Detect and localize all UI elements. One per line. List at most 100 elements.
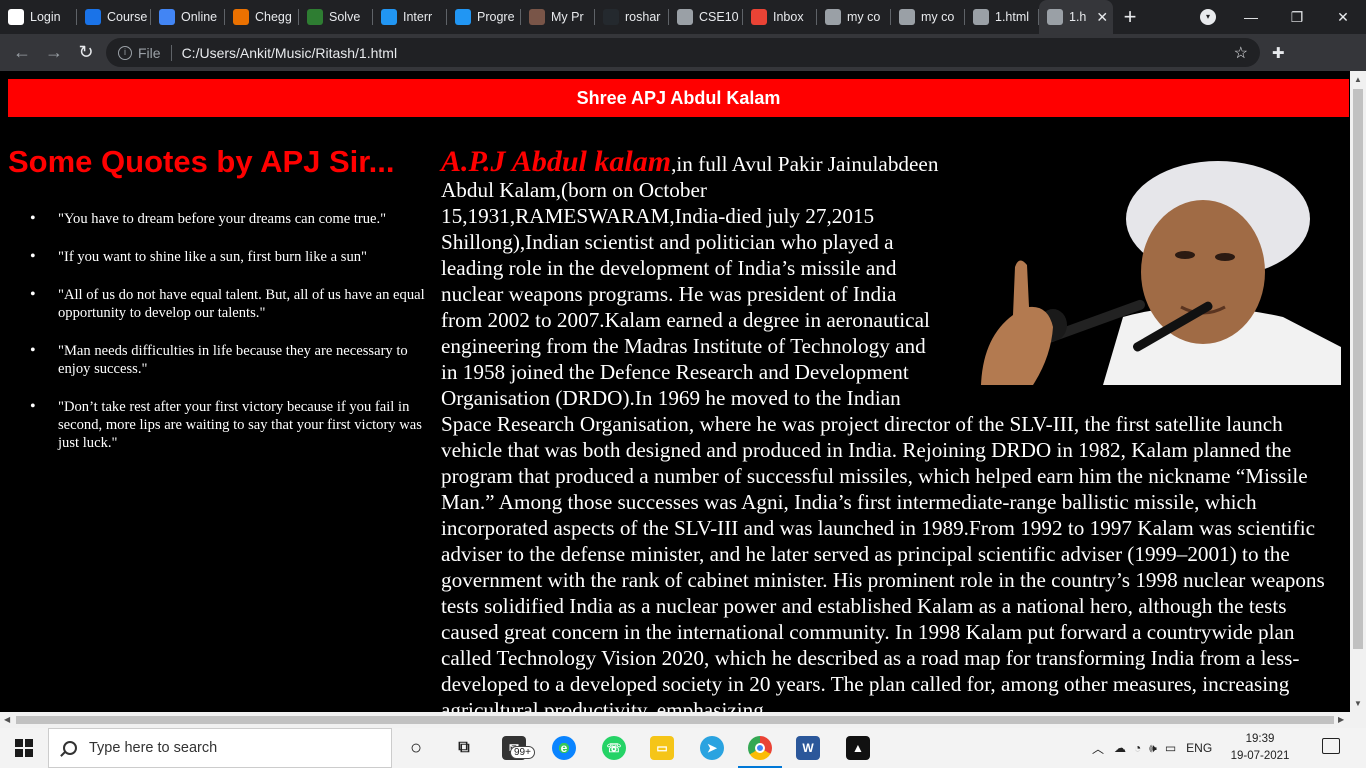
wifi-icon[interactable]: ◔: [1134, 741, 1141, 755]
horizontal-scrollbar[interactable]: ◀ ▶: [0, 712, 1366, 728]
whatsapp-icon[interactable]: ☏: [602, 736, 626, 760]
window-controls: — ❐ ✕: [1228, 0, 1366, 34]
tab-list: Login Course Online Chegg Solve Interr Progre M…: [0, 0, 1113, 34]
page-viewport: Shree APJ Abdul Kalam Some Quotes by APJ…: [0, 71, 1350, 712]
back-icon[interactable]: ←: [6, 42, 38, 63]
profile-icon: [529, 9, 545, 25]
tab-label: Online: [181, 10, 218, 24]
horizontal-scroll-thumb[interactable]: [16, 716, 1334, 724]
tab-label: CSE10: [699, 10, 739, 24]
solve-icon: [307, 9, 323, 25]
vertical-scrollbar[interactable]: ▲ ▼: [1350, 71, 1366, 712]
tab-strip: Login Course Online Chegg Solve Interr Progre M…: [0, 0, 1366, 34]
forward-icon[interactable]: →: [38, 42, 70, 63]
system-tray: ︿ ☁ ◔ 🕪 ▭ ENG: [1092, 728, 1212, 768]
onedrive-icon[interactable]: ☁: [1114, 741, 1126, 755]
language-indicator[interactable]: ENG: [1186, 741, 1212, 755]
tray-chevron-icon[interactable]: ︿: [1092, 740, 1104, 757]
bio-name: A.P.J Abdul kalam: [441, 145, 672, 178]
tab-label: Inbox: [773, 10, 804, 24]
address-bar[interactable]: i File C:/Users/Ankit/Music/Ritash/1.htm…: [106, 38, 1260, 67]
tab-0[interactable]: Login: [0, 0, 77, 34]
new-tab-button[interactable]: +: [1113, 0, 1147, 34]
online-icon: [159, 9, 175, 25]
globe-icon: [825, 9, 841, 25]
clock-time: 19:39: [1245, 733, 1275, 745]
scroll-left-icon[interactable]: ◀: [4, 715, 10, 724]
restore-icon[interactable]: ❐: [1274, 9, 1320, 26]
globe-icon: [1047, 9, 1063, 25]
tab-search-icon[interactable]: ▾: [1200, 9, 1216, 25]
tab-5[interactable]: Interr: [373, 0, 447, 34]
windows-taskbar: Type here to search ○ ⧉ ✉ 99+ e ☏ ▭ ➤ W …: [0, 728, 1366, 768]
tab-2[interactable]: Online: [151, 0, 225, 34]
quote-item: "Don’t take rest after your first victor…: [18, 398, 430, 452]
taskbar-search-box[interactable]: Type here to search: [48, 728, 392, 768]
tab-6[interactable]: Progre: [447, 0, 521, 34]
quote-item: "Man needs difficulties in life because …: [18, 342, 430, 378]
edge-icon[interactable]: e: [552, 736, 576, 760]
globe-icon: [899, 9, 915, 25]
start-button[interactable]: [0, 728, 48, 768]
scroll-up-icon[interactable]: ▲: [1354, 75, 1362, 84]
tab-label: Chegg: [255, 10, 292, 24]
bookmark-star-icon[interactable]: ☆: [1234, 43, 1248, 63]
interviewbit-icon: [381, 9, 397, 25]
interviewbit-icon: [455, 9, 471, 25]
globe-icon: [677, 9, 693, 25]
tab-8[interactable]: roshar: [595, 0, 669, 34]
taskbar-clock[interactable]: 19:39 19-07-2021: [1230, 731, 1290, 765]
photos-icon[interactable]: ▲: [846, 736, 870, 760]
address-scheme: File: [138, 44, 172, 61]
scroll-down-icon[interactable]: ▼: [1354, 699, 1362, 708]
telegram-icon[interactable]: ➤: [700, 736, 724, 760]
tab-label: Progre: [477, 10, 515, 24]
circle-info-icon: [8, 9, 24, 25]
tab-label: my co: [847, 10, 881, 24]
tab-1[interactable]: Course: [77, 0, 151, 34]
tab-4[interactable]: Solve: [299, 0, 373, 34]
quote-item: "You have to dream before your dreams ca…: [18, 210, 430, 228]
word-icon[interactable]: W: [796, 736, 820, 760]
task-view-icon[interactable]: ⧉: [452, 736, 476, 760]
tab-9[interactable]: CSE10: [669, 0, 743, 34]
volume-icon[interactable]: 🕪: [1149, 741, 1157, 756]
scroll-right-icon[interactable]: ▶: [1338, 715, 1344, 724]
tab-10[interactable]: Inbox: [743, 0, 817, 34]
notification-icon[interactable]: [1322, 738, 1340, 754]
tab-12[interactable]: my co: [891, 0, 965, 34]
tab-label: My Pr: [551, 10, 584, 24]
coursera-icon: [85, 9, 101, 25]
portrait-illustration: [953, 157, 1341, 385]
close-tab-icon[interactable]: ✕: [1096, 9, 1108, 26]
clock-date: 19-07-2021: [1230, 750, 1290, 762]
extensions-icon[interactable]: ✚: [1272, 44, 1285, 62]
tab-13[interactable]: 1.html: [965, 0, 1039, 34]
tab-label: Solve: [329, 10, 361, 24]
file-explorer-icon[interactable]: ▭: [650, 736, 674, 760]
github-icon: [603, 9, 619, 25]
vertical-scroll-thumb[interactable]: [1353, 89, 1363, 649]
info-icon[interactable]: i: [118, 45, 132, 60]
gmail-icon: [751, 9, 767, 25]
battery-icon[interactable]: ▭: [1165, 741, 1176, 755]
quote-item: "All of us do not have equal talent. But…: [18, 286, 430, 322]
address-url[interactable]: C:/Users/Ankit/Music/Ritash/1.html: [182, 45, 398, 61]
quote-item: "If you want to shine like a sun, first …: [18, 248, 430, 266]
tab-label: 1.html: [995, 10, 1030, 24]
tab-7[interactable]: My Pr: [521, 0, 595, 34]
minimize-icon[interactable]: —: [1228, 9, 1274, 25]
chrome-icon[interactable]: [748, 736, 772, 760]
browser-toolbar: ← → ↻ i File C:/Users/Ankit/Music/Ritash…: [0, 34, 1366, 97]
reload-icon[interactable]: ↻: [70, 42, 102, 63]
tab-11[interactable]: my co: [817, 0, 891, 34]
tab-label: Interr: [403, 10, 433, 24]
tab-label: 1.h: [1069, 10, 1087, 24]
chegg-icon: [233, 9, 249, 25]
tab-14[interactable]: 1.h ✕: [1039, 0, 1113, 34]
tab-3[interactable]: Chegg: [225, 0, 299, 34]
cortana-icon[interactable]: ○: [404, 736, 428, 760]
close-window-icon[interactable]: ✕: [1320, 9, 1366, 26]
tab-label: Login: [30, 10, 61, 24]
page-banner: Shree APJ Abdul Kalam: [8, 79, 1349, 117]
